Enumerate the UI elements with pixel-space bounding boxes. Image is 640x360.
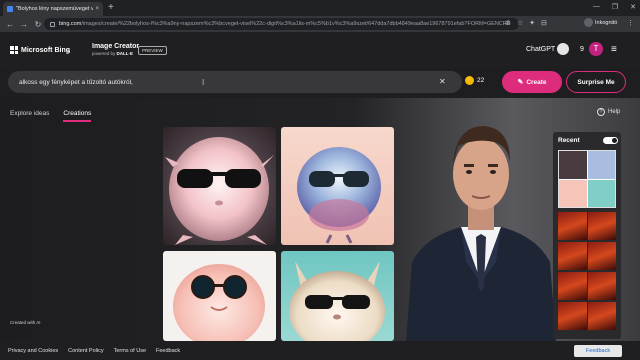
account-avatar[interactable] [557,43,569,55]
forward-icon[interactable]: → [20,20,28,29]
main-content: Explore ideas Creations ? Help Created w… [0,98,640,341]
incognito-icon [584,18,593,27]
url-host: bing.com [59,21,82,27]
powered-by: powered by DALL·E [92,51,134,56]
product-title: Image Creator [92,43,140,50]
surprise-label: Surprise Me [577,78,615,86]
bing-logo[interactable]: Microsoft Bing [10,46,70,54]
create-label: Create [526,78,547,86]
search-icon[interactable]: ⌕ [66,46,71,57]
rewards-trophy-icon[interactable]: T [589,42,603,56]
recent-item-4[interactable] [558,272,616,300]
extensions-icon[interactable]: ✦ [529,19,535,27]
tab-title: "Bolyhos lény napszemüveget vis [16,6,94,12]
recent-item-3[interactable] [558,242,616,270]
prompt-text: alkoss egy fényképet a tűzoltó autókról, [19,78,133,86]
feedback-button[interactable]: Feedback [574,345,622,357]
back-icon[interactable]: ← [6,20,14,29]
preview-badge: PREVIEW [138,46,167,55]
rewards-count: 9 [580,46,584,53]
help-button[interactable]: ? Help [597,108,620,116]
chatgpt-link[interactable]: ChatGPT [526,46,555,53]
generated-image-2[interactable] [281,127,394,245]
browser-tabbar: "Bolyhos lény napszemüveget vis × + — ❐ … [0,0,640,16]
screen: "Bolyhos lény napszemüveget vis × + — ❐ … [0,0,640,360]
image-creator-brand[interactable]: Image Creator powered by DALL·E [92,43,139,56]
tracking-icon[interactable]: ⊘ [505,19,511,27]
maximize-icon[interactable]: ❐ [612,3,618,11]
new-tab-button[interactable]: + [108,3,114,13]
browser-menu-icon[interactable]: ⋮ [627,19,634,27]
feedback-button-label: Feedback [585,348,611,354]
lock-icon [50,21,55,27]
browser-tab[interactable]: "Bolyhos lény napszemüveget vis × [3,2,103,16]
recent-item-2[interactable] [558,212,616,240]
recent-item-selected[interactable] [558,150,616,208]
close-window-icon[interactable]: ✕ [630,3,636,11]
recent-toggle[interactable] [603,137,618,144]
prompt-input[interactable]: alkoss egy fényképet a tűzoltó autókról, [8,71,462,93]
generated-image-4[interactable] [281,251,394,341]
text-cursor-icon: I [202,78,205,87]
site-header: Microsoft Bing ⌕ Image Creator powered b… [0,32,640,68]
boosts-counter: ⚡ 22 [465,76,484,85]
create-button[interactable]: ✎ Create [502,71,562,93]
generated-image-3[interactable] [163,251,276,341]
microsoft-logo-icon [10,46,18,54]
sidepanel-icon[interactable]: ⊟ [541,19,547,27]
bookmark-star-icon[interactable]: ☆ [517,19,523,27]
boost-coin-icon: ⚡ [465,76,474,85]
tab-explore-ideas[interactable]: Explore ideas [10,110,49,122]
content-tabs: Explore ideas Creations [10,110,92,122]
recent-title: Recent [558,137,580,144]
prompt-area: alkoss egy fényképet a tűzoltó autókról,… [0,68,640,98]
footer: Privacy and Cookies Content Policy Terms… [0,341,640,360]
footer-feedback-link[interactable]: Feedback [156,348,180,354]
profile-button[interactable]: Inkognitó [584,18,617,27]
address-bar[interactable]: bing.com /images/create/%22bolyhos-l%c3%… [44,18,519,30]
clear-prompt-icon[interactable]: ✕ [439,77,446,86]
recent-panel: Recent [553,132,621,339]
created-with-ai-label: Created with AI [10,320,41,325]
bing-favicon-icon [7,6,13,12]
presenter-video [406,112,556,341]
window-controls: — ❐ ✕ [593,3,636,11]
reload-icon[interactable]: ↻ [34,20,42,29]
footer-content-policy-link[interactable]: Content Policy [68,348,103,354]
extension-icons: ⊘ ☆ ✦ ⊟ [505,19,547,27]
minimize-icon[interactable]: — [593,3,600,11]
url-path: /images/create/%22bolyhos-l%c3%a9ny-naps… [81,21,511,27]
recent-item-5[interactable] [558,302,616,330]
footer-privacy-link[interactable]: Privacy and Cookies [8,348,58,354]
create-icon: ✎ [517,79,524,86]
help-label: Help [608,109,621,115]
generated-image-1[interactable] [163,127,276,245]
profile-label: Inkognitó [595,19,618,26]
hamburger-menu-icon[interactable]: ≡ [611,44,617,55]
help-icon: ? [597,108,605,116]
tab-creations[interactable]: Creations [63,110,92,122]
browser-toolbar: ← → ↻ bing.com /images/create/%22bolyhos… [0,16,640,32]
footer-terms-link[interactable]: Terms of Use [114,348,146,354]
boosts-count: 22 [477,77,485,84]
logo-text: Microsoft Bing [21,46,70,54]
tab-close-icon[interactable]: × [95,6,99,12]
surprise-me-button[interactable]: Surprise Me [566,71,626,93]
